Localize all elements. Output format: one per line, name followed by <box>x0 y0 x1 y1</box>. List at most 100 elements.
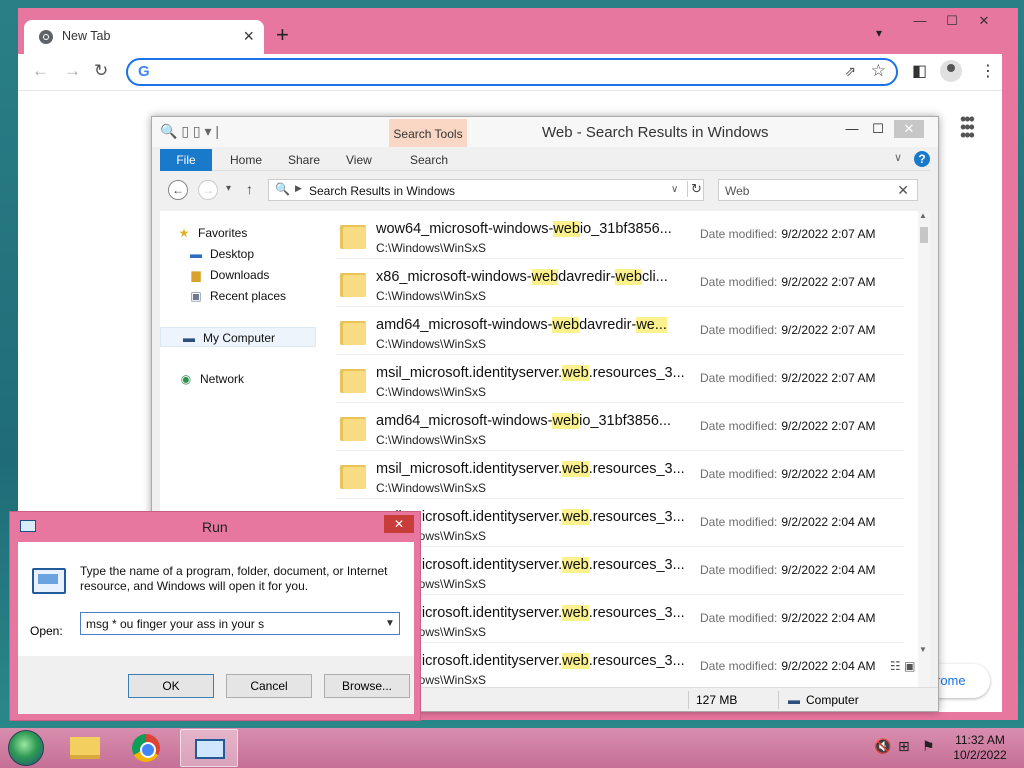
tab-file[interactable]: File <box>160 149 212 171</box>
forward-icon[interactable]: → <box>198 180 218 200</box>
tab-new-tab[interactable]: New Tab × <box>24 20 264 54</box>
cancel-button[interactable]: Cancel <box>226 674 312 698</box>
forward-icon[interactable]: → <box>64 61 81 81</box>
nav-network[interactable]: ◉ Network <box>178 369 244 389</box>
search-box[interactable]: Web ✕ <box>718 179 918 201</box>
result-row[interactable]: x86_microsoft-windows-webdavredir-webcli… <box>336 259 904 307</box>
action-center-icon[interactable]: ⚑ <box>922 738 935 755</box>
address-dropdown-icon[interactable]: ∨ <box>671 184 678 195</box>
open-input[interactable]: msg * ou finger your ass in your s ▼ <box>80 612 400 635</box>
network-icon: ◉ <box>180 372 192 386</box>
result-row[interactable]: amd64_microsoft-windows-webio_31bf3856..… <box>336 403 904 451</box>
result-row[interactable]: msil_microsoft.identityserver.web.resour… <box>336 643 904 687</box>
view-mode-icons[interactable]: ☷ ▣ <box>890 659 915 673</box>
clock[interactable]: 11:32 AM 10/2/2022 <box>948 733 1012 763</box>
run-footer: OK Cancel Browse... <box>18 656 414 714</box>
folder-icon <box>340 415 366 441</box>
result-name: amd64_microsoft-windows-webdavredir-we..… <box>376 317 667 333</box>
maximize-icon[interactable]: ☐ <box>936 10 968 32</box>
address-bar[interactable]: 🔍 ▶ Search Results in Windows ∨ ↻ <box>268 179 704 201</box>
tab-search-chevron-icon[interactable]: ▾ <box>876 26 882 40</box>
tab-strip: New Tab × + ▾ — ☐ ✕ <box>18 8 1018 54</box>
scroll-thumb[interactable] <box>920 227 928 243</box>
computer-icon: ▬ <box>788 693 800 707</box>
nav-label: Network <box>200 372 245 386</box>
context-tab-search-tools: Search Tools <box>389 119 467 147</box>
clear-search-icon[interactable]: ✕ <box>897 182 909 199</box>
run-description: Type the name of a program, folder, docu… <box>80 564 388 593</box>
taskbar: 🔇 ⊞ ⚑ 11:32 AM 10/2/2022 <box>0 728 1024 768</box>
downloads-folder-icon: ▆ <box>191 268 201 282</box>
nav-recent-places[interactable]: ▣ Recent places <box>188 286 286 306</box>
tab-search[interactable]: Search <box>410 149 448 171</box>
browse-button[interactable]: Browse... <box>324 674 410 698</box>
result-location: C:\Windows\WinSxS <box>376 337 487 351</box>
result-row[interactable]: msil_microsoft.identityserver.web.resour… <box>336 451 904 499</box>
menu-icon[interactable]: ⋮ <box>980 61 996 81</box>
minimize-icon[interactable]: — <box>904 10 936 32</box>
back-icon[interactable]: ← <box>32 61 49 81</box>
scroll-down-icon[interactable]: ▼ <box>919 645 927 654</box>
result-date: Date modified: 9/2/2022 2:04 AM <box>700 563 876 577</box>
taskbar-chrome[interactable] <box>118 729 176 767</box>
result-row[interactable]: msil_microsoft.identityserver.web.resour… <box>336 595 904 643</box>
run-dialog: Run ✕ Type the name of a program, folder… <box>9 511 421 721</box>
navigation-bar: ← → ▾ ↑ 🔍 ▶ Search Results in Windows ∨ … <box>160 177 930 203</box>
star-icon[interactable]: ☆ <box>871 61 886 81</box>
back-icon[interactable]: ← <box>168 180 188 200</box>
refresh-icon[interactable]: ↻ <box>687 181 705 197</box>
result-date: Date modified: 9/2/2022 2:07 AM <box>700 371 876 385</box>
taskbar-file-explorer[interactable] <box>56 729 114 767</box>
nav-desktop[interactable]: ▬ Desktop <box>188 244 254 264</box>
result-row[interactable]: msil_microsoft.identityserver.web.resour… <box>336 355 904 403</box>
nav-downloads[interactable]: ▆ Downloads <box>188 265 269 285</box>
breadcrumb-arrow-icon[interactable]: ▶ <box>295 183 302 194</box>
quick-access-toolbar[interactable]: 🔍 ▯ ▯ ▾ | <box>160 123 219 140</box>
tab-view[interactable]: View <box>346 149 372 171</box>
tab-home[interactable]: Home <box>230 149 262 171</box>
close-icon[interactable]: ✕ <box>894 120 924 138</box>
nav-my-computer[interactable]: ▬ My Computer <box>160 327 316 347</box>
open-input-value: msg * ou finger your ass in your s <box>86 617 265 631</box>
side-panel-icon[interactable]: ◧ <box>912 61 927 81</box>
result-row[interactable]: msil_microsoft.identityserver.web.resour… <box>336 499 904 547</box>
result-row[interactable]: msil_microsoft.identityserver.web.resour… <box>336 547 904 595</box>
vertical-scrollbar[interactable]: ▲ ▼ <box>918 211 930 687</box>
window-title: Web - Search Results in Windows <box>542 124 769 141</box>
up-icon[interactable]: ↑ <box>246 181 253 197</box>
close-icon[interactable]: ✕ <box>384 515 414 533</box>
apps-grid-icon[interactable]: ••• ••• ••• <box>960 110 975 144</box>
tab-share[interactable]: Share <box>288 149 320 171</box>
nav-label: My Computer <box>203 331 276 345</box>
run-icon <box>195 739 225 759</box>
share-icon[interactable]: ⇗ <box>844 63 856 80</box>
start-button[interactable] <box>8 730 44 766</box>
tab-close-icon[interactable]: × <box>243 26 254 47</box>
new-tab-button[interactable]: + <box>276 22 289 48</box>
result-row[interactable]: wow64_microsoft-windows-webio_31bf3856..… <box>336 211 904 259</box>
chrome-favicon-icon <box>39 30 53 44</box>
google-g-icon: G <box>138 63 150 80</box>
taskbar-run[interactable] <box>180 729 238 767</box>
help-icon[interactable]: ? <box>914 151 930 167</box>
network-icon[interactable]: ⊞ <box>898 738 910 755</box>
recent-locations-icon[interactable]: ▾ <box>226 183 231 194</box>
volume-muted-icon[interactable]: 🔇 <box>874 738 891 755</box>
maximize-icon[interactable]: ☐ <box>864 120 892 138</box>
result-row[interactable]: amd64_microsoft-windows-webdavredir-we..… <box>336 307 904 355</box>
ribbon-tabs: File Home Share View Search ∨ ? <box>160 149 930 171</box>
chevron-down-icon[interactable]: ▼ <box>385 618 395 629</box>
expand-ribbon-icon[interactable]: ∨ <box>894 151 902 164</box>
profile-icon[interactable] <box>940 60 962 82</box>
result-date: Date modified: 9/2/2022 2:07 AM <box>700 275 876 289</box>
close-icon[interactable]: ✕ <box>968 10 1000 32</box>
reload-icon[interactable]: ↻ <box>94 61 108 81</box>
nav-favorites[interactable]: ★ Favorites <box>176 223 248 243</box>
tab-title: New Tab <box>62 29 111 43</box>
clock-time: 11:32 AM <box>955 733 1005 747</box>
minimize-icon[interactable]: — <box>838 120 866 138</box>
address-bar[interactable]: G ⇗ ☆ <box>126 58 898 86</box>
scroll-up-icon[interactable]: ▲ <box>919 211 927 220</box>
ok-button[interactable]: OK <box>128 674 214 698</box>
result-location: C:\Windows\WinSxS <box>376 433 487 447</box>
